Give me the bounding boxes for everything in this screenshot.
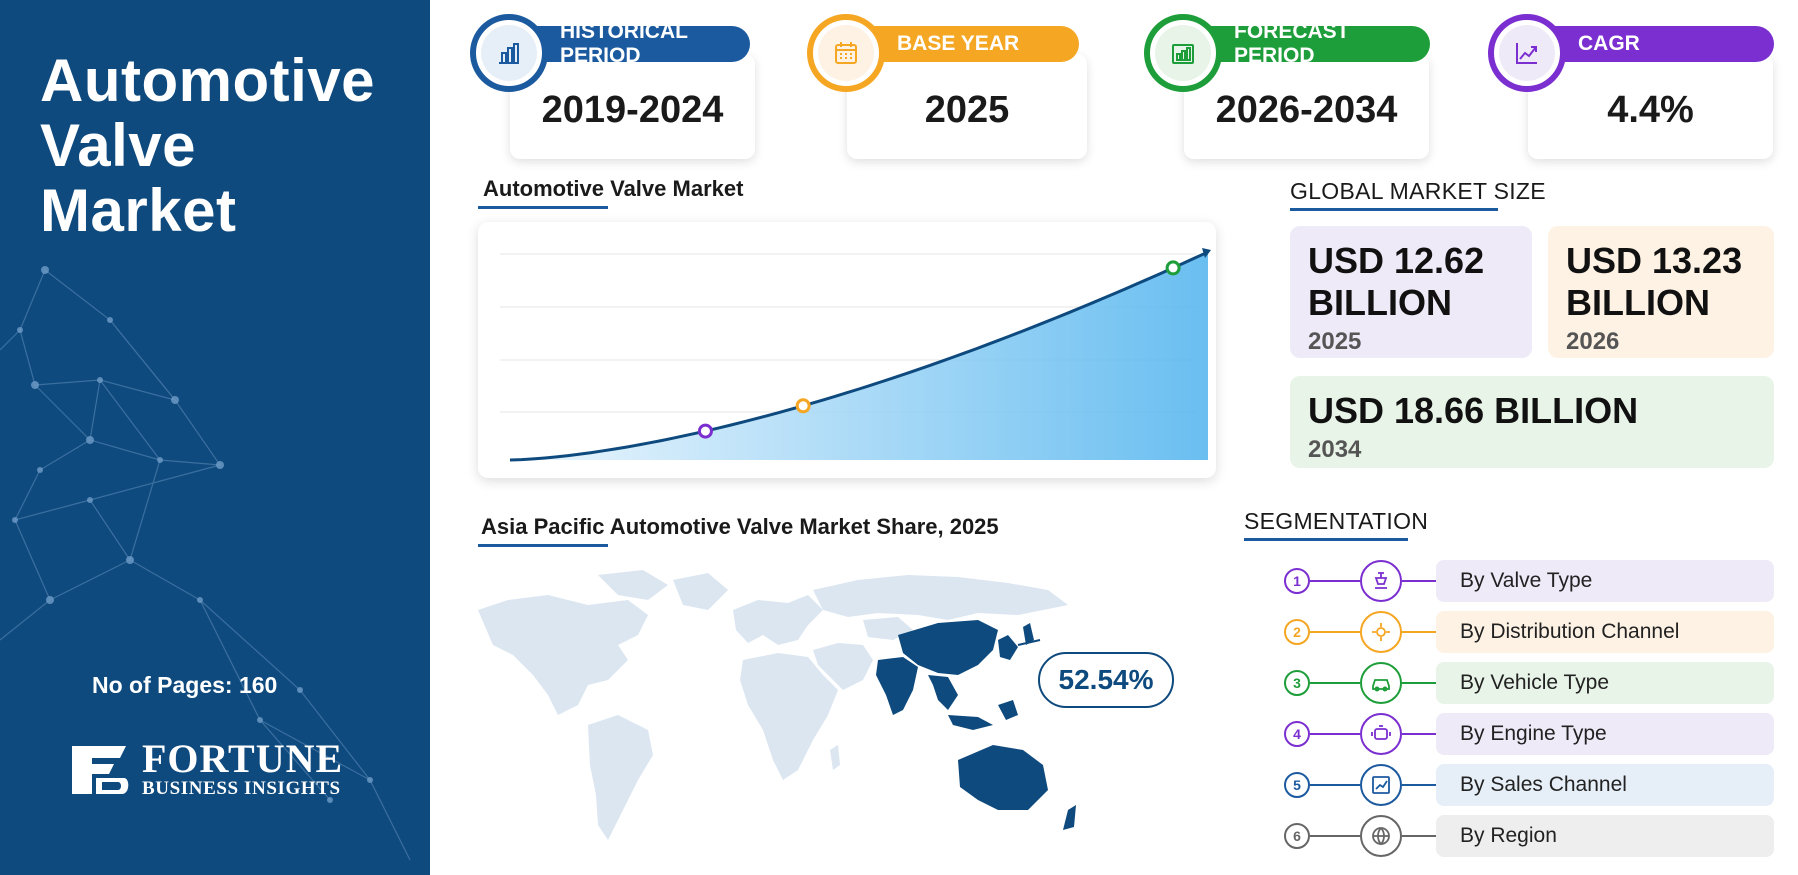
- segment-label: By Sales Channel: [1436, 764, 1774, 806]
- stat-value: 2019-2024: [541, 89, 724, 131]
- stat-cagr: 4.4% CAGR: [1488, 14, 1778, 159]
- segment-label: By Region: [1436, 815, 1774, 857]
- pages-count: No of Pages: 160: [92, 672, 278, 698]
- stat-value: 4.4%: [1607, 89, 1694, 131]
- market-size-2026: USD 13.23 BILLION 2026: [1548, 226, 1774, 358]
- chart-highlight-point: [697, 423, 713, 439]
- segment-connector: [1310, 682, 1360, 684]
- fortune-logo: FORTUNE BUSINESS INSIGHTS: [66, 736, 344, 800]
- segment-label: By Valve Type: [1436, 560, 1774, 602]
- segment-row: 3 By Vehicle Type: [1284, 662, 1774, 704]
- segment-row: 5 By Sales Channel: [1284, 764, 1774, 806]
- market-size-amount: USD 12.62: [1308, 240, 1485, 281]
- segment-row: 4 By Engine Type: [1284, 713, 1774, 755]
- market-size-amount-unit: BILLION: [1308, 282, 1452, 323]
- valve-icon: [1360, 560, 1402, 602]
- stat-forecast-period: 2026-2034 FORECAST PERIOD: [1144, 14, 1430, 159]
- calendar-icon: [818, 25, 874, 81]
- bar-chart-icon: [481, 25, 537, 81]
- distribution-icon: [1360, 611, 1402, 653]
- segment-connector: [1402, 682, 1436, 684]
- segment-label: By Engine Type: [1436, 713, 1774, 755]
- stat-label: CAGR: [1578, 32, 1640, 55]
- map-title: Asia Pacific Automotive Valve Market Sha…: [481, 514, 999, 539]
- logo-mark-icon: [72, 746, 129, 794]
- stat-base-year: 2025 BASE YEAR: [807, 14, 1087, 159]
- left-panel: Automotive Valve Market No of Pages: 160…: [0, 0, 430, 875]
- map-title-underline: [478, 544, 608, 547]
- globe-icon: [1360, 815, 1402, 857]
- segment-number: 5: [1284, 772, 1310, 798]
- map-asia-pacific-region: [876, 620, 1076, 830]
- segment-connector: [1402, 784, 1436, 786]
- world-map: [478, 570, 1076, 840]
- segment-row: 2 By Distribution Channel: [1284, 611, 1774, 653]
- segmentation-title: SEGMENTATION: [1244, 508, 1429, 534]
- segment-number: 6: [1284, 823, 1310, 849]
- logo-line1: FORTUNE: [142, 736, 344, 781]
- segment-row: 6 By Region: [1284, 815, 1774, 857]
- stat-value: 2025: [924, 89, 1010, 131]
- segment-number: 4: [1284, 721, 1310, 747]
- car-icon: [1360, 662, 1402, 704]
- segmentation-title-underline: [1244, 538, 1408, 541]
- trend-up-icon: [1499, 25, 1555, 81]
- market-size-amount: USD 13.23: [1566, 240, 1743, 281]
- asia-pacific-share-badge: 52.54%: [1038, 652, 1174, 708]
- segment-row: 1 By Valve Type: [1284, 560, 1774, 602]
- segment-number: 3: [1284, 670, 1310, 696]
- chart-title: Automotive Valve Market: [483, 176, 744, 201]
- segment-number: 1: [1284, 568, 1310, 594]
- market-chart: [478, 222, 1216, 478]
- segment-connector: [1310, 580, 1360, 582]
- stat-value: 2026-2034: [1215, 89, 1398, 131]
- engine-icon: [1360, 713, 1402, 755]
- logo-line2: BUSINESS INSIGHTS: [142, 778, 341, 799]
- sales-chart-icon: [1360, 764, 1402, 806]
- market-size-year: 2034: [1308, 436, 1362, 463]
- market-size-amount: USD 18.66 BILLION: [1308, 390, 1639, 431]
- market-size-amount-unit: BILLION: [1566, 282, 1710, 323]
- market-size-year: 2026: [1566, 328, 1620, 355]
- market-size-2034: USD 18.66 BILLION 2034: [1290, 376, 1774, 468]
- stat-historical-period: 2019-2024 HISTORICAL PERIOD: [470, 14, 755, 159]
- segment-connector: [1402, 580, 1436, 582]
- page-title: Automotive Valve Market: [40, 47, 375, 244]
- segment-label: By Distribution Channel: [1436, 611, 1774, 653]
- global-market-size-title: GLOBAL MARKET SIZE: [1290, 178, 1546, 204]
- segment-connector: [1310, 631, 1360, 633]
- stat-label: FORECAST PERIOD: [1234, 20, 1350, 67]
- global-title-underline: [1290, 208, 1498, 211]
- segment-connector: [1402, 733, 1436, 735]
- segment-connector: [1310, 835, 1360, 837]
- chart-highlight-point: [1165, 260, 1181, 276]
- chart-title-underline: [478, 206, 608, 209]
- segment-connector: [1402, 631, 1436, 633]
- segment-number: 2: [1284, 619, 1310, 645]
- chart-highlight-point: [795, 398, 811, 414]
- chart-area-fill: [510, 252, 1208, 460]
- market-size-year: 2025: [1308, 328, 1362, 355]
- segment-connector: [1310, 784, 1360, 786]
- segment-label: By Vehicle Type: [1436, 662, 1774, 704]
- market-chart-svg: [500, 248, 1211, 462]
- segment-connector: [1310, 733, 1360, 735]
- segment-connector: [1402, 835, 1436, 837]
- stat-label: BASE YEAR: [897, 32, 1020, 55]
- market-size-2025: USD 12.62 BILLION 2025: [1290, 226, 1532, 358]
- stat-label: HISTORICAL PERIOD: [560, 20, 688, 67]
- growth-chart-icon: [1155, 25, 1211, 81]
